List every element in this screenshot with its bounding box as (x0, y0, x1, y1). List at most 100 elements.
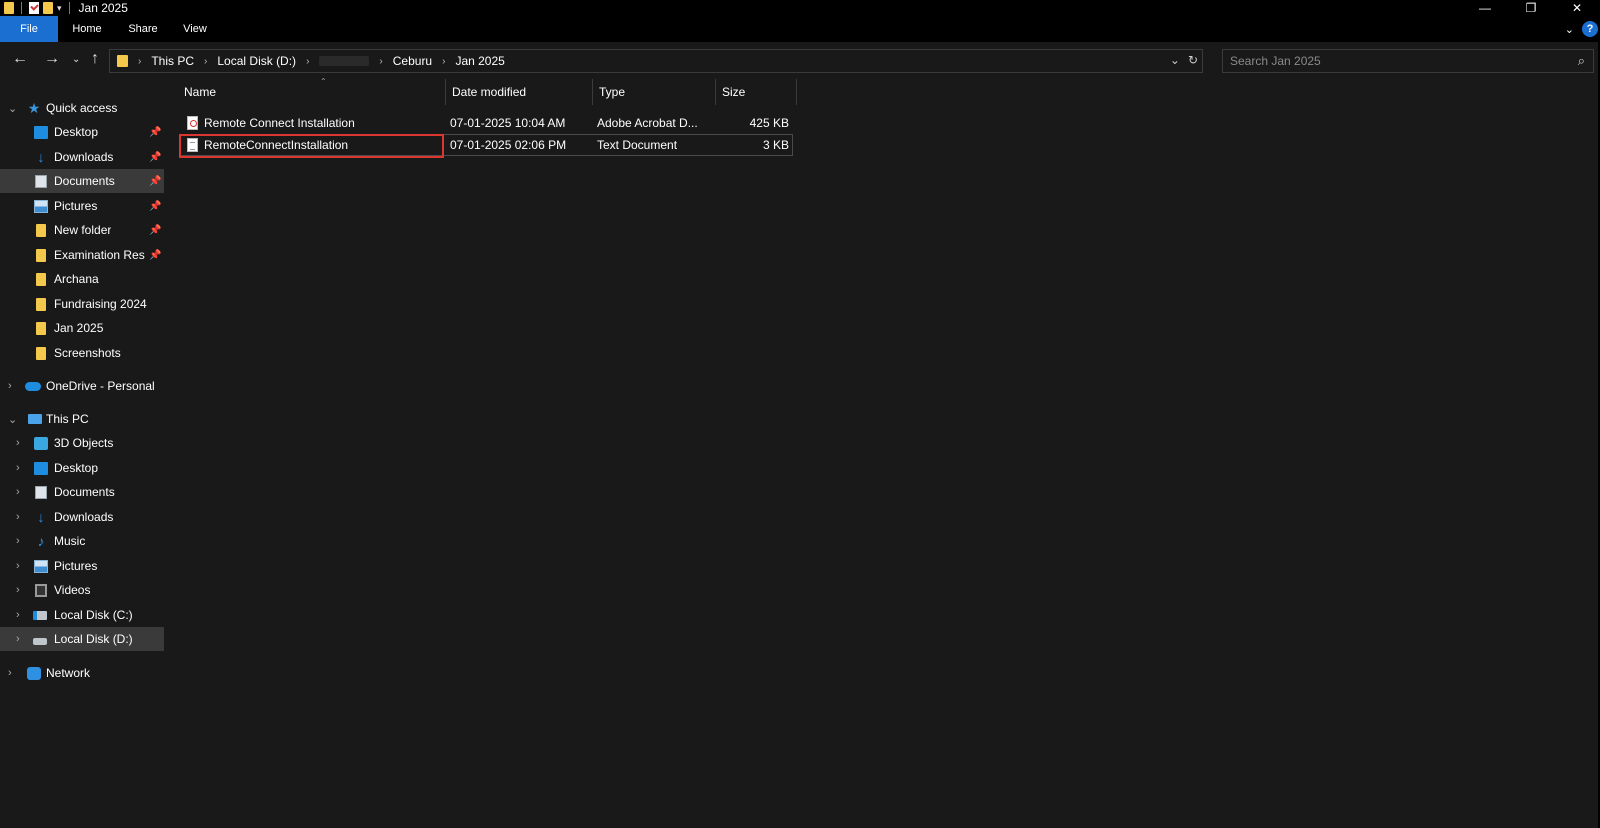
breadcrumb-this-pc[interactable]: This PC (151, 54, 194, 68)
downloads-icon: ↓ (37, 148, 45, 165)
file-row[interactable]: Remote Connect Installation 07-01-2025 1… (179, 112, 793, 134)
desktop-icon (34, 461, 48, 475)
tab-view[interactable]: View (170, 16, 220, 42)
search-icon[interactable]: ⌕ (1578, 53, 1585, 69)
breadcrumb-separator-icon[interactable]: › (442, 56, 445, 67)
breadcrumb-separator-icon[interactable]: › (379, 56, 382, 67)
sidebar-item-this-pc[interactable]: ⌄ This PC (0, 407, 164, 431)
collapse-chevron-icon[interactable]: ⌄ (8, 413, 17, 426)
sidebar-item-label: Pictures (54, 199, 98, 213)
breadcrumb-jan-2025[interactable]: Jan 2025 (455, 54, 504, 68)
column-header-date-modified[interactable]: Date modified (446, 79, 593, 105)
address-bar-actions: ⌄ ↻ (1170, 53, 1198, 67)
sidebar-item-3d-objects[interactable]: › 3D Objects (0, 431, 164, 455)
expand-chevron-icon[interactable]: › (16, 437, 20, 449)
recent-locations-chevron-icon[interactable]: ⌄ (72, 54, 80, 65)
sidebar-item-pc-pictures[interactable]: › Pictures (0, 554, 164, 578)
sidebar-item-label: Screenshots (54, 346, 121, 360)
column-header-name[interactable]: Name ⌃ (178, 77, 446, 105)
expand-chevron-icon[interactable]: › (8, 667, 12, 679)
sidebar-item-pc-documents[interactable]: › Documents (0, 480, 164, 504)
file-size: 3 KB (762, 138, 789, 152)
sidebar-item-pictures[interactable]: Pictures 📌 (0, 194, 164, 218)
sidebar-item-videos[interactable]: › Videos (0, 578, 164, 602)
sidebar-item-archana[interactable]: Archana (0, 267, 164, 291)
search-input[interactable] (1223, 54, 1553, 68)
pin-icon[interactable]: 📌 (149, 176, 161, 187)
pin-icon[interactable]: 📌 (149, 201, 161, 212)
sidebar-item-new-folder[interactable]: New folder 📌 (0, 218, 164, 242)
expand-chevron-icon[interactable]: › (16, 560, 20, 572)
search-box[interactable]: ⌕ (1222, 49, 1594, 73)
minimize-button[interactable]: — (1462, 0, 1508, 16)
column-header-label: Type (599, 85, 626, 99)
expand-chevron-icon[interactable]: › (16, 511, 20, 523)
folder-icon (36, 272, 46, 286)
sidebar-item-local-disk-d[interactable]: › Local Disk (D:) (0, 627, 164, 651)
breadcrumb-ceburu[interactable]: Ceburu (393, 54, 432, 68)
expand-chevron-icon[interactable]: › (16, 633, 20, 645)
sidebar-item-label: OneDrive - Personal (46, 379, 155, 393)
sidebar-item-jan-2025[interactable]: Jan 2025 (0, 316, 164, 340)
column-header-size[interactable]: Size (716, 79, 797, 105)
expand-chevron-icon[interactable]: › (16, 486, 20, 498)
back-arrow-icon[interactable]: ← (12, 50, 28, 68)
folder-icon (36, 223, 46, 237)
close-button[interactable]: ✕ (1554, 0, 1600, 16)
sidebar-item-examination-res[interactable]: Examination Res 📌 (0, 243, 164, 267)
properties-icon[interactable] (29, 2, 39, 14)
sidebar-item-downloads[interactable]: ↓ Downloads 📌 (0, 145, 164, 169)
new-folder-icon[interactable] (43, 2, 53, 14)
sidebar-item-pc-downloads[interactable]: › ↓ Downloads (0, 505, 164, 529)
breadcrumb-separator-icon[interactable]: › (138, 56, 141, 67)
file-name: Remote Connect Installation (204, 116, 355, 130)
help-icon[interactable]: ? (1582, 21, 1598, 37)
pin-icon[interactable]: 📌 (149, 152, 161, 163)
breadcrumb-local-disk-d[interactable]: Local Disk (D:) (217, 54, 296, 68)
ribbon-right-controls: ⌄ ? (1565, 16, 1600, 42)
sidebar-item-music[interactable]: › ♪ Music (0, 529, 164, 553)
sidebar-item-quick-access[interactable]: ⌄ ★ Quick access (0, 96, 164, 120)
3d-objects-icon (34, 436, 48, 450)
sidebar-item-screenshots[interactable]: Screenshots (0, 341, 164, 365)
restore-button[interactable]: ❐ (1508, 0, 1554, 16)
breadcrumb-separator-icon[interactable]: › (306, 56, 309, 67)
tab-file[interactable]: File (0, 16, 58, 42)
up-arrow-icon[interactable]: ↑ (91, 50, 99, 68)
sidebar-item-onedrive[interactable]: › OneDrive - Personal (0, 374, 164, 398)
pin-icon[interactable]: 📌 (149, 250, 161, 261)
divider (21, 2, 22, 14)
sidebar-item-documents[interactable]: Documents 📌 (0, 169, 164, 193)
this-pc-icon (28, 414, 42, 424)
pin-icon[interactable]: 📌 (149, 225, 161, 236)
column-header-type[interactable]: Type (593, 79, 716, 105)
tab-share[interactable]: Share (116, 16, 170, 42)
videos-icon (35, 583, 47, 597)
breadcrumb-redacted[interactable] (319, 56, 370, 66)
expand-chevron-icon[interactable]: › (16, 535, 20, 547)
expand-chevron-icon[interactable]: › (16, 609, 20, 621)
address-bar[interactable]: › This PC › Local Disk (D:) › › Ceburu ›… (109, 49, 1203, 73)
sidebar-item-label: Documents (54, 485, 115, 499)
collapse-chevron-icon[interactable]: ⌄ (8, 102, 17, 115)
divider (68, 2, 70, 14)
forward-arrow-icon[interactable]: → (44, 50, 60, 68)
column-header-label: Date modified (452, 85, 527, 99)
expand-ribbon-chevron-icon[interactable]: ⌄ (1565, 23, 1574, 36)
expand-chevron-icon[interactable]: › (16, 462, 20, 474)
expand-chevron-icon[interactable]: › (8, 380, 12, 392)
sidebar-item-fundraising-2024[interactable]: Fundraising 2024 (0, 292, 164, 316)
sidebar-item-label: Local Disk (D:) (54, 632, 133, 646)
address-dropdown-chevron-icon[interactable]: ⌄ (1170, 53, 1180, 67)
pin-icon[interactable]: 📌 (149, 127, 161, 138)
breadcrumb-separator-icon[interactable]: › (204, 56, 207, 67)
sidebar-item-label: Downloads (54, 150, 114, 164)
expand-chevron-icon[interactable]: › (16, 584, 20, 596)
customize-toolbar-chevron-icon[interactable]: ▾ (57, 3, 62, 14)
sidebar-item-pc-desktop[interactable]: › Desktop (0, 456, 164, 480)
sidebar-item-desktop[interactable]: Desktop 📌 (0, 120, 164, 144)
sidebar-item-network[interactable]: › Network (0, 661, 164, 685)
sidebar-item-local-disk-c[interactable]: › Local Disk (C:) (0, 603, 164, 627)
refresh-icon[interactable]: ↻ (1188, 53, 1198, 67)
tab-home[interactable]: Home (58, 16, 116, 42)
